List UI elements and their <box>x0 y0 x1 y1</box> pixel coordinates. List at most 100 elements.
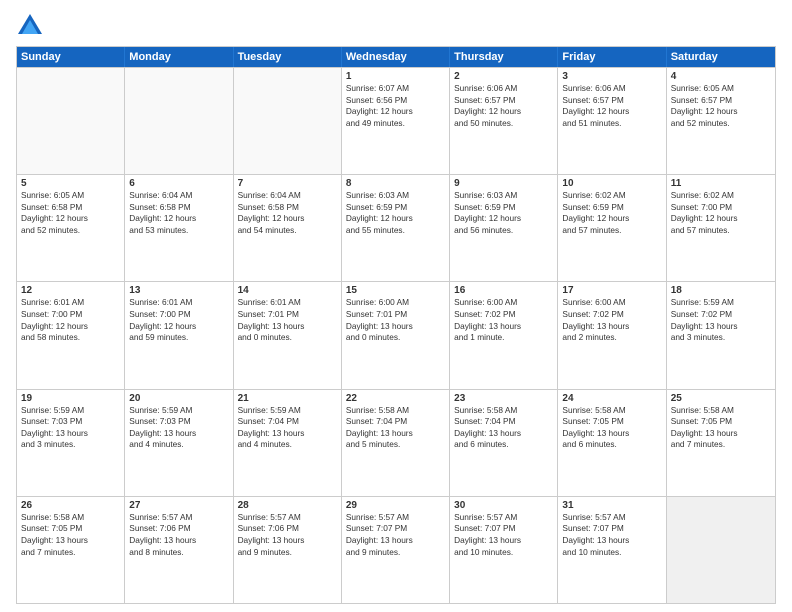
day-number: 12 <box>21 285 120 296</box>
day-number: 31 <box>562 500 661 511</box>
day-number: 27 <box>129 500 228 511</box>
cal-cell-6: 6Sunrise: 6:04 AMSunset: 6:58 PMDaylight… <box>125 175 233 281</box>
day-number: 14 <box>238 285 337 296</box>
cell-line: and 4 minutes. <box>238 439 337 451</box>
cell-line: Sunrise: 6:05 AM <box>671 83 771 95</box>
day-number: 19 <box>21 393 120 404</box>
cell-line: Daylight: 12 hours <box>21 321 120 333</box>
cal-row-2: 12Sunrise: 6:01 AMSunset: 7:00 PMDayligh… <box>17 281 775 388</box>
cal-cell-25: 25Sunrise: 5:58 AMSunset: 7:05 PMDayligh… <box>667 390 775 496</box>
cell-line: Sunset: 7:02 PM <box>454 309 553 321</box>
cell-line: Daylight: 13 hours <box>238 535 337 547</box>
cell-line: Daylight: 13 hours <box>346 428 445 440</box>
cell-line: Sunrise: 5:57 AM <box>238 512 337 524</box>
day-number: 9 <box>454 178 553 189</box>
cell-line: Sunset: 7:00 PM <box>21 309 120 321</box>
calendar-header: SundayMondayTuesdayWednesdayThursdayFrid… <box>17 47 775 67</box>
cell-line: Daylight: 13 hours <box>454 428 553 440</box>
cell-line: Sunset: 6:59 PM <box>454 202 553 214</box>
cell-line: and 6 minutes. <box>454 439 553 451</box>
logo <box>16 12 48 40</box>
cal-cell-22: 22Sunrise: 5:58 AMSunset: 7:04 PMDayligh… <box>342 390 450 496</box>
cal-cell-empty-0 <box>17 68 125 174</box>
cell-line: Daylight: 13 hours <box>562 428 661 440</box>
cell-line: Daylight: 13 hours <box>562 321 661 333</box>
cell-line: Sunset: 7:06 PM <box>238 523 337 535</box>
cell-line: and 7 minutes. <box>671 439 771 451</box>
day-number: 29 <box>346 500 445 511</box>
cell-line: Daylight: 13 hours <box>129 535 228 547</box>
day-number: 22 <box>346 393 445 404</box>
cell-line: and 0 minutes. <box>238 332 337 344</box>
cell-line: and 7 minutes. <box>21 547 120 559</box>
cal-cell-13: 13Sunrise: 6:01 AMSunset: 7:00 PMDayligh… <box>125 282 233 388</box>
calendar-body: 1Sunrise: 6:07 AMSunset: 6:56 PMDaylight… <box>17 67 775 603</box>
cal-cell-2: 2Sunrise: 6:06 AMSunset: 6:57 PMDaylight… <box>450 68 558 174</box>
cell-line: Sunrise: 5:59 AM <box>129 405 228 417</box>
cal-cell-10: 10Sunrise: 6:02 AMSunset: 6:59 PMDayligh… <box>558 175 666 281</box>
cell-line: Daylight: 12 hours <box>346 213 445 225</box>
cell-line: Sunrise: 6:00 AM <box>346 297 445 309</box>
cell-line: and 58 minutes. <box>21 332 120 344</box>
cell-line: and 4 minutes. <box>129 439 228 451</box>
day-number: 30 <box>454 500 553 511</box>
cell-line: Daylight: 13 hours <box>671 321 771 333</box>
cal-cell-28: 28Sunrise: 5:57 AMSunset: 7:06 PMDayligh… <box>234 497 342 603</box>
cell-line: Sunrise: 5:59 AM <box>238 405 337 417</box>
header-day-monday: Monday <box>125 47 233 67</box>
cell-line: and 52 minutes. <box>671 118 771 130</box>
cell-line: Sunrise: 6:01 AM <box>21 297 120 309</box>
cell-line: Daylight: 13 hours <box>21 428 120 440</box>
cell-line: Sunrise: 6:02 AM <box>562 190 661 202</box>
cal-row-3: 19Sunrise: 5:59 AMSunset: 7:03 PMDayligh… <box>17 389 775 496</box>
cell-line: Sunrise: 6:05 AM <box>21 190 120 202</box>
cell-line: and 10 minutes. <box>454 547 553 559</box>
cal-cell-15: 15Sunrise: 6:00 AMSunset: 7:01 PMDayligh… <box>342 282 450 388</box>
cell-line: Sunrise: 5:58 AM <box>454 405 553 417</box>
cell-line: Sunset: 6:57 PM <box>562 95 661 107</box>
cal-row-4: 26Sunrise: 5:58 AMSunset: 7:05 PMDayligh… <box>17 496 775 603</box>
cell-line: Sunset: 7:01 PM <box>238 309 337 321</box>
cal-cell-23: 23Sunrise: 5:58 AMSunset: 7:04 PMDayligh… <box>450 390 558 496</box>
cell-line: Sunrise: 5:58 AM <box>671 405 771 417</box>
cell-line: Sunset: 6:57 PM <box>671 95 771 107</box>
cal-cell-3: 3Sunrise: 6:06 AMSunset: 6:57 PMDaylight… <box>558 68 666 174</box>
cal-cell-20: 20Sunrise: 5:59 AMSunset: 7:03 PMDayligh… <box>125 390 233 496</box>
cell-line: and 54 minutes. <box>238 225 337 237</box>
cell-line: Sunset: 6:59 PM <box>346 202 445 214</box>
cell-line: Sunset: 7:02 PM <box>671 309 771 321</box>
cell-line: Sunset: 7:00 PM <box>129 309 228 321</box>
cell-line: and 9 minutes. <box>238 547 337 559</box>
cal-cell-27: 27Sunrise: 5:57 AMSunset: 7:06 PMDayligh… <box>125 497 233 603</box>
cell-line: and 10 minutes. <box>562 547 661 559</box>
cal-row-1: 5Sunrise: 6:05 AMSunset: 6:58 PMDaylight… <box>17 174 775 281</box>
cell-line: Daylight: 12 hours <box>671 106 771 118</box>
cell-line: Sunrise: 5:59 AM <box>21 405 120 417</box>
cell-line: and 50 minutes. <box>454 118 553 130</box>
day-number: 10 <box>562 178 661 189</box>
cal-cell-11: 11Sunrise: 6:02 AMSunset: 7:00 PMDayligh… <box>667 175 775 281</box>
page: SundayMondayTuesdayWednesdayThursdayFrid… <box>0 0 792 612</box>
day-number: 17 <box>562 285 661 296</box>
cell-line: and 0 minutes. <box>346 332 445 344</box>
calendar: SundayMondayTuesdayWednesdayThursdayFrid… <box>16 46 776 604</box>
day-number: 15 <box>346 285 445 296</box>
cell-line: Sunset: 7:07 PM <box>454 523 553 535</box>
day-number: 18 <box>671 285 771 296</box>
cell-line: Sunset: 7:03 PM <box>21 416 120 428</box>
day-number: 11 <box>671 178 771 189</box>
cell-line: Sunset: 7:06 PM <box>129 523 228 535</box>
cell-line: and 6 minutes. <box>562 439 661 451</box>
cell-line: and 56 minutes. <box>454 225 553 237</box>
day-number: 23 <box>454 393 553 404</box>
cell-line: Daylight: 12 hours <box>129 213 228 225</box>
cell-line: Daylight: 13 hours <box>454 535 553 547</box>
cell-line: and 49 minutes. <box>346 118 445 130</box>
cell-line: Daylight: 13 hours <box>238 428 337 440</box>
cal-cell-9: 9Sunrise: 6:03 AMSunset: 6:59 PMDaylight… <box>450 175 558 281</box>
header-day-sunday: Sunday <box>17 47 125 67</box>
cal-cell-24: 24Sunrise: 5:58 AMSunset: 7:05 PMDayligh… <box>558 390 666 496</box>
cell-line: and 9 minutes. <box>346 547 445 559</box>
cell-line: Daylight: 12 hours <box>671 213 771 225</box>
header-day-wednesday: Wednesday <box>342 47 450 67</box>
